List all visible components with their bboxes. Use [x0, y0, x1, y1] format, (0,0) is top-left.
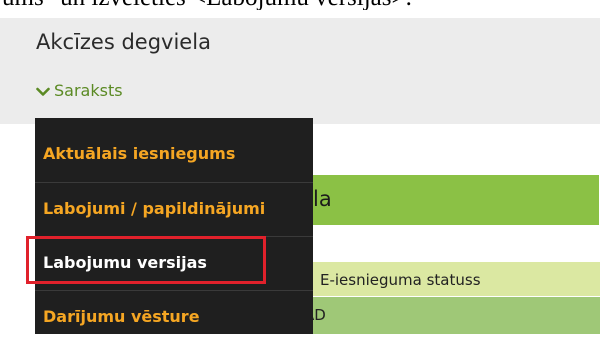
table-header: E-iesnieguma statuss	[268, 262, 600, 296]
menu-item-aktualais-iesniegums[interactable]: Aktuālais iesniegums	[35, 128, 313, 182]
chevron-down-icon	[36, 87, 50, 96]
table-header-status: E-iesnieguma statuss	[320, 271, 481, 289]
instruction-text: ums" un izvēlēties <Labojumu versijas>.	[2, 0, 412, 10]
page-title: Akcīzes degviela	[36, 30, 211, 54]
menu-item-label: Labojumu versijas	[43, 253, 207, 272]
background-green-button[interactable]: la	[268, 175, 599, 225]
table-row[interactable]: AD	[268, 297, 600, 334]
instruction-text-line: ums" un izvēlēties <Labojumu versijas>.	[0, 0, 600, 10]
menu-item-darijumu-vesture[interactable]: Darījumu vēsture	[35, 290, 313, 344]
dropdown-menu: Aktuālais iesniegums Labojumi / papildin…	[35, 118, 313, 334]
menu-item-label: Labojumi / papildinājumi	[43, 199, 266, 218]
menu-item-label: Darījumu vēsture	[43, 307, 200, 326]
list-toggle[interactable]: Saraksts	[36, 80, 123, 102]
background-button-label: la	[313, 187, 332, 211]
list-toggle-label: Saraksts	[54, 81, 123, 100]
menu-item-labojumi-papildinajumi[interactable]: Labojumi / papildinājumi	[35, 182, 313, 236]
menu-item-labojumu-versijas[interactable]: Labojumu versijas	[35, 236, 313, 290]
page-header-panel: Akcīzes degviela Saraksts	[0, 18, 600, 124]
menu-item-label: Aktuālais iesniegums	[43, 144, 236, 163]
